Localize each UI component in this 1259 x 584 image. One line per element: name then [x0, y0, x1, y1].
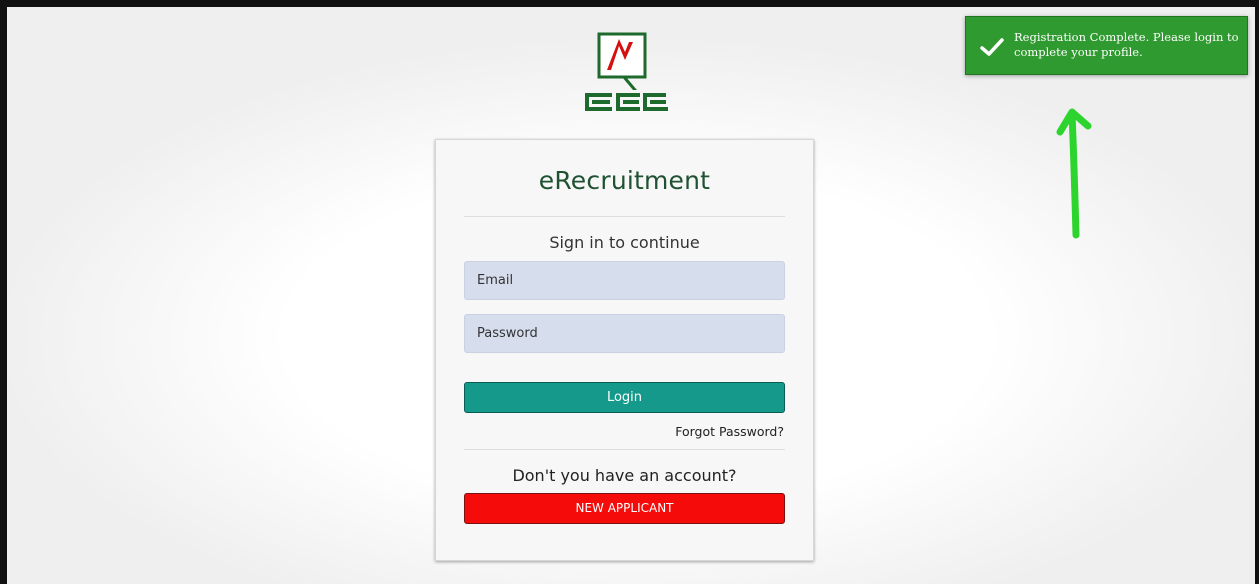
password-input[interactable] — [464, 314, 785, 353]
ncc-logo-icon — [585, 32, 668, 111]
divider — [464, 216, 785, 217]
new-applicant-button[interactable]: NEW APPLICANT — [464, 493, 785, 524]
login-card: eRecruitment Sign in to continue Login F… — [435, 139, 814, 561]
checkmark-icon — [980, 38, 1004, 56]
account-question: Don't you have an account? — [512, 466, 737, 485]
divider — [464, 449, 785, 450]
app-title: eRecruitment — [538, 166, 711, 195]
email-input[interactable] — [464, 261, 785, 300]
login-button[interactable]: Login — [464, 382, 785, 413]
sign-in-subtitle: Sign in to continue — [549, 233, 700, 252]
green-arrow-icon — [1056, 108, 1092, 239]
toast-message: Registration Complete. Please login to c… — [1014, 30, 1239, 59]
forgot-password-link[interactable]: Forgot Password? — [675, 424, 784, 439]
registration-toast[interactable]: Registration Complete. Please login to c… — [965, 16, 1248, 75]
